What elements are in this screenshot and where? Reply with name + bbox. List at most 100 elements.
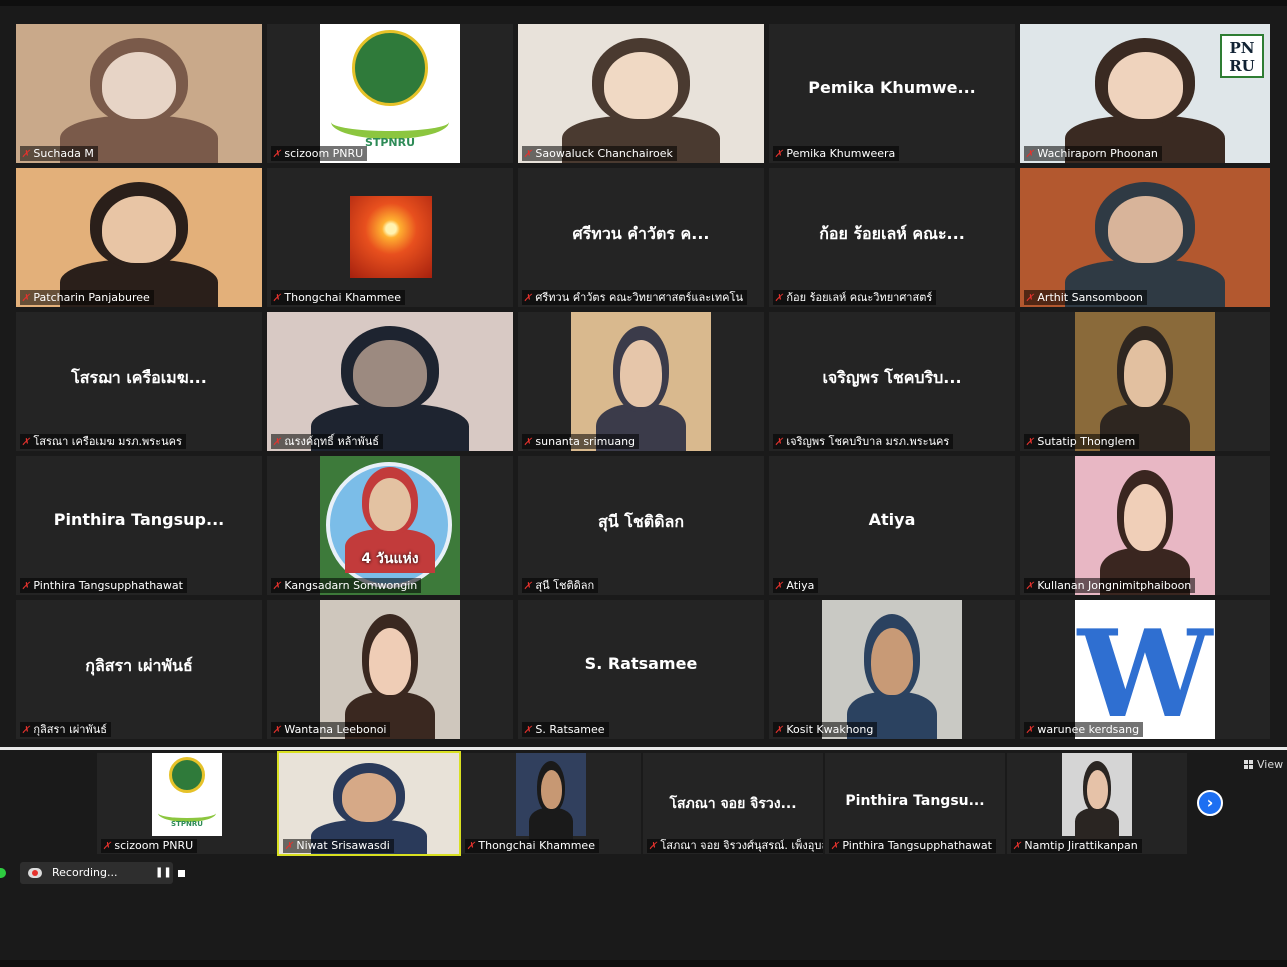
muted-mic-icon: ✗ [20,725,32,736]
status-indicator [0,868,6,878]
person-face [1107,195,1183,263]
strip-participant-tile[interactable]: ✗Namtip Jirattikanpan [1007,753,1187,854]
muted-mic-icon: ✗ [271,725,283,736]
participant-name-label: ✗scizoom PNRU [271,146,368,161]
participant-tile[interactable]: ศรีทวน คำวัตร ค... ✗ ศรีทวน คำวัตร คณะวิทย… [518,168,764,307]
participant-name: Sutatip Thonglem [1037,435,1136,448]
participant-name: sunanta srimuang [535,435,636,448]
participant-name-label: ✗ กุลิสรา เผ่าพันธ์ [20,722,111,737]
strip-participant-tile[interactable]: ✗Niwat Srisawasdi [277,751,461,856]
participant-display-name: ศรีทวน คำวัตร ค... [572,224,710,243]
participant-name-label: ✗ Atiya [773,578,819,593]
muted-mic-icon: ✗ [773,293,785,304]
participant-name-label: ✗ Arthit Sansomboon [1024,290,1147,305]
participant-tile[interactable]: กุลิสรา เผ่าพันธ์ ✗ กุลิสรา เผ่าพันธ์ [16,600,262,739]
person-face [1107,51,1183,119]
participant-tile[interactable]: ✗ Sutatip Thonglem [1020,312,1270,451]
stop-recording-button[interactable] [178,870,185,877]
participant-tile[interactable]: W ✗ warunee kerdsang [1020,600,1270,739]
participant-strip: › View STPNRU ✗scizoom PNRU ✗Niwat Srisawa… [0,750,1287,858]
participant-tile[interactable]: เจริญพร โชคบริบ... ✗ เจริญพร โชคบริบาล มรภ… [769,312,1015,451]
participant-tile[interactable]: PN RU ✗ Wachiraporn Phoonan [1020,24,1270,163]
next-page-button[interactable]: › [1197,790,1223,816]
participant-video [571,312,711,451]
muted-mic-icon: ✗ [271,149,283,160]
muted-mic-icon: ✗ [271,437,283,448]
participant-name-label: ✗ Saowaluck Chanchairoek [522,146,677,161]
participant-name: Wachiraporn Phoonan [1037,147,1158,160]
top-bar [0,0,1287,6]
recording-label: Recording... [52,866,118,879]
participant-video [516,753,586,841]
muted-mic-icon: ✗ [20,437,32,448]
participant-display-name: กุลิสรา เผ่าพันธ์ [85,656,193,675]
participant-name: Thongchai Khammee [478,839,595,852]
participant-tile[interactable]: STPNRU ✗ scizoom PNRU [267,24,513,163]
muted-mic-icon: ✗ [1024,725,1036,736]
muted-mic-icon: ✗ [20,293,32,304]
logo-swoosh [331,105,449,139]
photo-overlay-text: 4 วันแห่ง [361,551,419,567]
muted-mic-icon: ✗ [522,149,534,160]
participant-name-label: ✗ Pemika Khumweera [773,146,900,161]
participant-name: ก้อย ร้อยเลห์ คณะวิทยาศาสตร์ [786,291,933,304]
muted-mic-icon: ✗ [773,437,785,448]
muted-mic-icon: ✗ [522,293,534,304]
participant-tile[interactable]: S. Ratsamee ✗ S. Ratsamee [518,600,764,739]
participant-tile[interactable]: 4 วันแห่ง ✗ Kangsadarn Somwongin [267,456,513,595]
strip-participant-tile[interactable]: โสภณา จอย จิรวง... ✗โสภณา จอย จิรวงศ์นุสร… [643,753,823,854]
participant-display-name: S. Ratsamee [584,654,698,673]
participant-tile[interactable]: Pinthira Tangsup... ✗ Pinthira Tangsupphat… [16,456,262,595]
participant-tile[interactable]: ✗ Arthit Sansomboon [1020,168,1270,307]
participant-name: Atiya [786,579,815,592]
participant-tile[interactable]: ✗ Patcharin Panjaburee [16,168,262,307]
participant-display-name: โสรฌา เครือเมฆ... [71,368,207,387]
muted-mic-icon: ✗ [773,725,785,736]
participant-name: Thongchai Khammee [284,291,401,304]
view-button-label: View [1257,758,1284,771]
participant-tile[interactable]: ✗ ณรงค์ฤทธิ์ หล้าพันธ์ [267,312,513,451]
person-face [369,478,411,531]
participant-tile[interactable]: ✗ Kosit Kwakhong [769,600,1015,739]
participant-name-label: ✗ สุนี โชติดิลก [522,578,599,593]
participant-display-name: เจริญพร โชคบริบ... [822,368,962,387]
participant-name: Pinthira Tangsupphathawat [842,839,992,852]
participant-tile[interactable]: ✗ Saowaluck Chanchairoek [518,24,764,163]
participant-tile[interactable]: ✗ Suchada M [16,24,262,163]
participant-name-label: ✗ Kangsadarn Somwongin [271,578,422,593]
participant-display-name: Pinthira Tangsu... [845,793,985,809]
participant-tile[interactable]: ก้อย ร้อยเลห์ คณะ... ✗ ก้อย ร้อยเลห์ คณะวิ… [769,168,1015,307]
participant-tile[interactable]: ✗ Thongchai Khammee [267,168,513,307]
muted-mic-icon: ✗ [101,841,113,852]
participant-tile[interactable]: โสรฌา เครือเมฆ... ✗ โสรณา เครือเมฆ มรภ.พระ… [16,312,262,451]
participant-tile[interactable]: ✗ Kullanan Jongnimitphaiboon [1020,456,1270,595]
participant-display-name: Atiya [868,510,916,529]
participant-name-label: ✗Pinthira Tangsupphathawat [20,578,187,593]
participant-video [1020,168,1270,307]
participant-name-label: ✗ ศรีทวน คำวัตร คณะวิทยาศาสตร์และเทคโน [522,290,747,305]
pnru-badge: PN RU [1220,34,1264,78]
gallery-grid: ✗ Suchada M STPNRU ✗ scizoom PNRU ✗ Saowaluck … [16,24,1270,739]
strip-participant-tile[interactable]: STPNRU ✗scizoom PNRU [97,753,277,854]
participant-tile[interactable]: ✗ sunanta srimuang [518,312,764,451]
participant-name-label: ✗Namtip Jirattikanpan [1011,839,1142,853]
participant-tile[interactable]: ✗ Wantana Leebonoi [267,600,513,739]
participant-name-label: ✗ Wantana Leebonoi [271,722,391,737]
participant-name: โสภณา จอย จิรวงศ์นุสรณ์. เพ็งอุบล [660,839,823,852]
participant-name-label: ✗ Kosit Kwakhong [773,722,878,737]
participant-tile[interactable]: Pemika Khumwe... ✗ Pemika Khumweera [769,24,1015,163]
view-button[interactable]: View [1244,758,1283,771]
participant-tile[interactable]: สุนี โชติดิลก ✗ สุนี โชติดิลก [518,456,764,595]
participant-display-name: ก้อย ร้อยเลห์ คณะ... [819,224,965,243]
participant-name: scizoom PNRU [284,147,364,160]
participant-name: เจริญพร โชคบริบาล มรภ.พระนคร [786,435,950,448]
muted-mic-icon: ✗ [647,841,659,852]
participant-tile[interactable]: Atiya ✗ Atiya [769,456,1015,595]
strip-participant-tile[interactable]: Pinthira Tangsu... ✗Pinthira Tangsupphath… [825,753,1005,854]
participant-name-label: ✗ โสรณา เครือเมฆ มรภ.พระนคร [20,434,186,449]
person-face [342,773,396,822]
participant-video [1062,753,1132,841]
strip-participant-tile[interactable]: ✗Thongchai Khammee [461,753,641,854]
participant-name: Pinthira Tangsupphathawat [33,579,183,592]
pause-recording-button[interactable]: ❚❚ [155,862,172,884]
